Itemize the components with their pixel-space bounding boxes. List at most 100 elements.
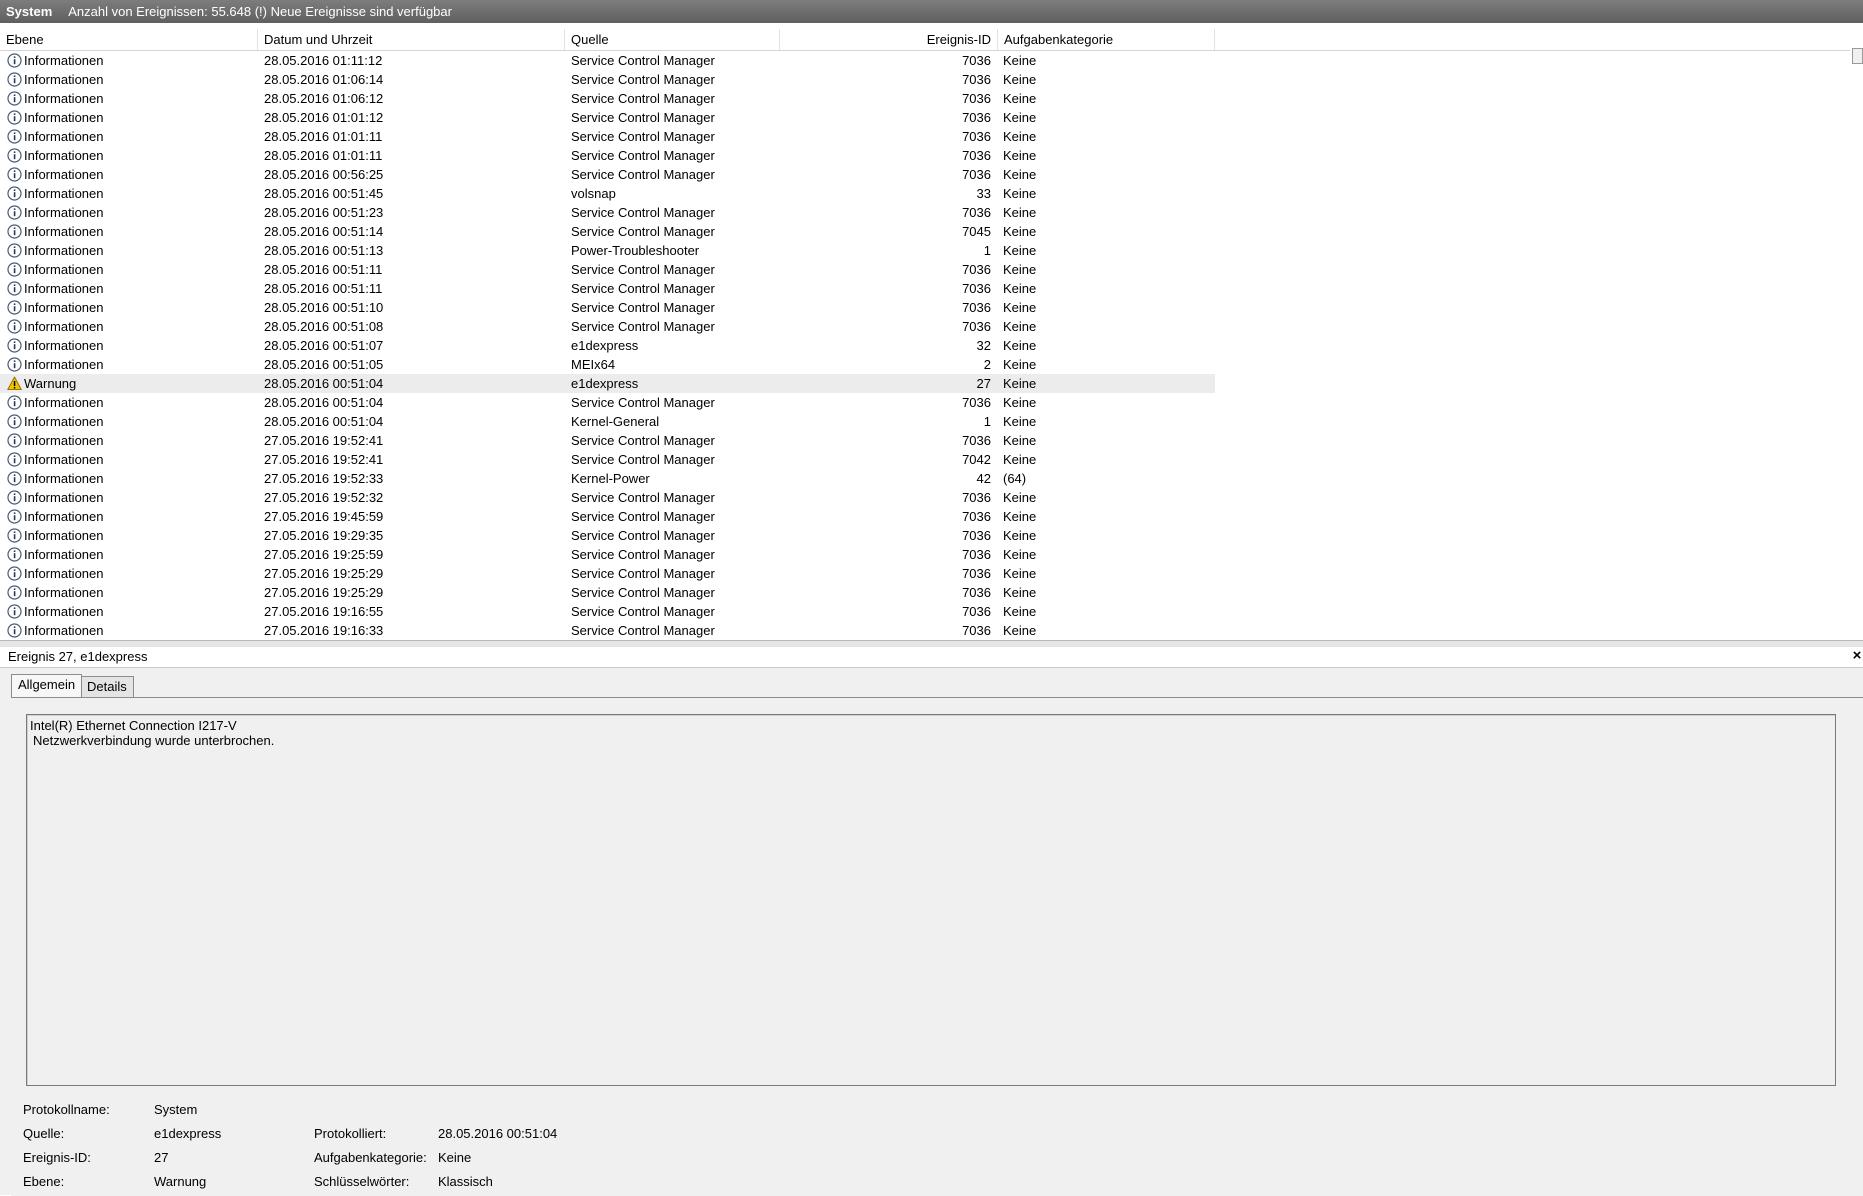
table-row[interactable]: Informationen 28.05.2016 00:51:13 Power-Tr… <box>0 241 1215 260</box>
cell-source: volsnap <box>571 186 616 201</box>
column-header-event-id[interactable]: Ereignis-ID <box>780 29 998 50</box>
event-count-info: Anzahl von Ereignissen: 55.648 (!) Neue … <box>68 4 452 19</box>
table-row[interactable]: Informationen 27.05.2016 19:25:59 Service … <box>0 545 1215 564</box>
info-icon <box>7 186 22 201</box>
cell-level: Informationen <box>24 395 104 410</box>
cell-date: 27.05.2016 19:25:59 <box>264 547 384 562</box>
cell-task-category: Keine <box>1003 262 1037 277</box>
cell-source: Service Control Manager <box>571 129 715 144</box>
tab-details[interactable]: Details <box>80 676 134 697</box>
table-row[interactable]: Informationen 27.05.2016 19:16:55 Service … <box>0 602 1215 621</box>
event-id-label: Ereignis-ID: <box>23 1150 91 1165</box>
event-list[interactable]: Ebene Datum und Uhrzeit Quelle Ereignis-… <box>0 28 1863 640</box>
log-name-label: Protokollname: <box>23 1102 110 1117</box>
cell-level: Informationen <box>24 547 104 562</box>
cell-date: 28.05.2016 00:51:14 <box>264 224 384 239</box>
table-row[interactable]: Informationen 28.05.2016 00:51:14 Service … <box>0 222 1215 241</box>
table-row[interactable]: Informationen 27.05.2016 19:52:33 Kernel-P… <box>0 469 1215 488</box>
table-row[interactable]: Informationen 28.05.2016 01:01:11 Service … <box>0 127 1215 146</box>
table-row[interactable]: Informationen 28.05.2016 00:51:11 Service … <box>0 279 1215 298</box>
info-icon <box>7 110 22 125</box>
table-row[interactable]: Informationen 28.05.2016 01:06:14 Service … <box>0 70 1215 89</box>
cell-level: Informationen <box>24 224 104 239</box>
cell-task-category: Keine <box>1003 623 1037 638</box>
table-row[interactable]: Informationen 28.05.2016 00:51:08 Service … <box>0 317 1215 336</box>
warning-icon <box>7 376 22 391</box>
table-row[interactable]: Informationen 27.05.2016 19:52:32 Service … <box>0 488 1215 507</box>
cell-level: Informationen <box>24 338 104 353</box>
table-row[interactable]: Informationen 28.05.2016 00:51:05 MEIx64 2 K… <box>0 355 1215 374</box>
cell-date: 28.05.2016 00:56:25 <box>264 167 384 182</box>
table-row[interactable]: Informationen 28.05.2016 00:51:45 volsnap 3… <box>0 184 1215 203</box>
info-icon <box>7 148 22 163</box>
info-icon <box>7 433 22 448</box>
cell-date: 27.05.2016 19:45:59 <box>264 509 384 524</box>
cell-source: Service Control Manager <box>571 528 715 543</box>
cell-task-category: Keine <box>1003 167 1037 182</box>
task-category-value: Keine <box>438 1150 472 1165</box>
column-header-date[interactable]: Datum und Uhrzeit <box>258 29 565 50</box>
event-message-box[interactable]: Intel(R) Ethernet Connection I217-V Netz… <box>26 714 1836 1086</box>
cell-date: 27.05.2016 19:52:41 <box>264 452 384 467</box>
close-icon[interactable]: × <box>1851 647 1863 664</box>
cell-task-category: Keine <box>1003 281 1037 296</box>
scrollbar-thumb[interactable] <box>1852 48 1863 64</box>
cell-event-id: 2 <box>983 357 991 372</box>
cell-source: Service Control Manager <box>571 205 715 220</box>
cell-source: e1dexpress <box>571 376 639 391</box>
table-row[interactable]: Informationen 28.05.2016 01:01:11 Service … <box>0 146 1215 165</box>
table-row[interactable]: Informationen 28.05.2016 00:51:04 Kernel-G… <box>0 412 1215 431</box>
cell-event-id: 7036 <box>962 319 991 334</box>
table-row[interactable]: Informationen 28.05.2016 00:51:10 Service … <box>0 298 1215 317</box>
table-row[interactable]: Informationen 28.05.2016 00:51:23 Service … <box>0 203 1215 222</box>
table-row[interactable]: Informationen 27.05.2016 19:52:41 Service … <box>0 431 1215 450</box>
column-header-source[interactable]: Quelle <box>565 29 780 50</box>
event-id-value: 27 <box>154 1150 169 1165</box>
table-row[interactable]: Warnung 28.05.2016 00:51:04 e1dexpress 27 Ke… <box>0 374 1215 393</box>
table-row[interactable]: Informationen 27.05.2016 19:29:35 Service … <box>0 526 1215 545</box>
table-row[interactable]: Informationen 27.05.2016 19:25:29 Service … <box>0 564 1215 583</box>
table-row[interactable]: Informationen 28.05.2016 01:01:12 Service … <box>0 108 1215 127</box>
info-icon <box>7 414 22 429</box>
tab-allgemein[interactable]: Allgemein <box>11 674 83 697</box>
table-row[interactable]: Informationen 27.05.2016 19:52:41 Service … <box>0 450 1215 469</box>
table-row[interactable]: Informationen 28.05.2016 01:06:12 Service … <box>0 89 1215 108</box>
cell-event-id: 7036 <box>962 262 991 277</box>
info-icon <box>7 471 22 486</box>
log-title-bar: System Anzahl von Ereignissen: 55.648 (!… <box>0 0 1863 23</box>
info-icon <box>7 528 22 543</box>
cell-event-id: 7036 <box>962 110 991 125</box>
cell-source: Service Control Manager <box>571 566 715 581</box>
cell-level: Informationen <box>24 566 104 581</box>
cell-date: 28.05.2016 00:51:04 <box>264 395 384 410</box>
cell-event-id: 7036 <box>962 623 991 638</box>
cell-event-id: 1 <box>983 243 991 258</box>
logged-label: Protokolliert: <box>314 1126 387 1141</box>
event-list-scrollbar[interactable] <box>1850 28 1863 640</box>
cell-date: 28.05.2016 01:01:11 <box>264 148 383 163</box>
cell-level: Informationen <box>24 357 104 372</box>
table-row[interactable]: Informationen 28.05.2016 00:56:25 Service … <box>0 165 1215 184</box>
info-icon <box>7 167 22 182</box>
table-row[interactable]: Informationen 27.05.2016 19:45:59 Service … <box>0 507 1215 526</box>
level-label: Ebene: <box>23 1174 65 1189</box>
info-icon <box>7 490 22 505</box>
cell-source: Service Control Manager <box>571 148 715 163</box>
table-row[interactable]: Informationen 28.05.2016 00:51:04 Service … <box>0 393 1215 412</box>
cell-source: Service Control Manager <box>571 224 715 239</box>
table-row[interactable]: Informationen 28.05.2016 01:11:12 Service … <box>0 51 1215 70</box>
cell-date: 27.05.2016 19:16:33 <box>264 623 384 638</box>
cell-level: Informationen <box>24 604 104 619</box>
table-row[interactable]: Informationen 28.05.2016 00:51:07 e1dexpre… <box>0 336 1215 355</box>
cell-event-id: 7036 <box>962 509 991 524</box>
cell-task-category: Keine <box>1003 604 1037 619</box>
cell-source: Service Control Manager <box>571 281 715 296</box>
tab-panel-allgemein: Intel(R) Ethernet Connection I217-V Netz… <box>11 697 1863 1196</box>
column-header-task-category[interactable]: Aufgabenkategorie <box>998 29 1215 50</box>
column-header-level[interactable]: Ebene <box>0 29 258 50</box>
cell-level: Informationen <box>24 319 104 334</box>
table-row[interactable]: Informationen 28.05.2016 00:51:11 Service … <box>0 260 1215 279</box>
info-icon <box>7 281 22 296</box>
table-row[interactable]: Informationen 27.05.2016 19:25:29 Service … <box>0 583 1215 602</box>
table-row[interactable]: Informationen 27.05.2016 19:16:33 Service … <box>0 621 1215 640</box>
